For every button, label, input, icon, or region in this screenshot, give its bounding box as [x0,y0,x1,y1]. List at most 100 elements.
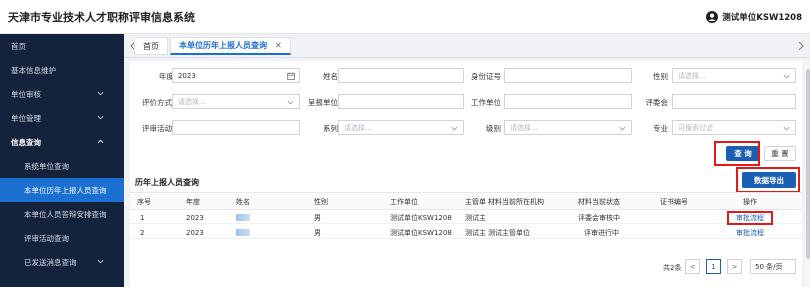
tab-scroll-right-icon[interactable] [796,40,806,52]
sidebar-item-label: 已发送消息查询 [24,257,77,267]
scrollbar-thumb[interactable] [806,69,810,259]
tab-annual-report-query[interactable]: 本单位历年上报人员查询 ✕ [170,37,291,55]
report-unit-input[interactable] [338,94,464,109]
row-supervisor: 测试主 [465,213,486,222]
sidebar-item-label: 本单位人员答辩安排查询 [24,209,107,219]
sidebar-item-label: 系统单位查询 [24,161,69,171]
sidebar-item-label: 评审活动查询 [24,233,69,243]
chevron-up-icon [97,139,104,144]
column-header: 年度 [186,198,200,206]
row-status: 评委会审核中 [578,213,620,222]
committee-input[interactable] [672,94,796,109]
sidebar-item-unit-management[interactable]: 单位管理 [0,106,124,130]
name-input[interactable] [338,68,464,83]
column-header: 操作 [743,198,757,206]
pager-prev-button[interactable]: < [685,259,700,274]
column-header: 证书编号 [660,198,688,206]
row-supervisor: 测试主 [465,228,486,237]
sidebar-item-system-unit-query[interactable]: 系统单位查询 [0,154,124,178]
top-bar: 天津市专业技术人才职称评审信息系统 测试单位KSW1208 [0,0,810,34]
eval-method-label: 评价方式 [142,98,172,107]
level-select[interactable]: 请选择... [504,120,632,135]
query-panel: 年度 2023 姓名 身份证号 性别 请选择... 评价方式 请选择... 呈报… [130,61,810,287]
activity-input[interactable] [172,120,300,135]
chevron-down-icon [97,115,104,120]
user-menu[interactable]: 测试单位KSW1208 [706,8,802,26]
id-number-label: 身份证号 [471,72,501,81]
sidebar-item-unit-review[interactable]: 单位审核 [0,82,124,106]
sidebar-item-label: 信息查询 [11,137,41,147]
tab-home[interactable]: 首页 [134,37,168,55]
column-header: 姓名 [236,198,250,206]
column-header: 材料当前状态 [578,198,620,206]
section-title: 历年上报人员查询 [135,178,199,187]
row-work-unit: 测试单位KSW1208 [390,213,452,222]
reset-button[interactable]: 重 置 [764,146,796,161]
action-highlight [727,211,773,225]
sidebar-item-activity-query[interactable]: 评审活动查询 [0,226,124,250]
table-row: 1 2023 男 测试单位KSW1208 测试主 评委会审核中 审批流程 [130,211,802,224]
main-content: 首页 本单位历年上报人员查询 ✕ 年度 2023 姓名 身份证号 性别 请选择.… [124,34,810,287]
row-status: 评审进行中 [584,228,619,237]
app-title: 天津市专业技术人才职称评审信息系统 [8,11,195,24]
tab-label: 本单位历年上报人员查询 [179,41,267,50]
close-icon[interactable]: ✕ [275,41,282,50]
page-size-select[interactable]: 50 条/页 [750,259,796,274]
specialty-label: 专业 [653,124,668,133]
scrollbar[interactable] [805,65,810,287]
page-size-value: 50 条/页 [755,262,783,271]
row-name-redacted [236,211,250,224]
sidebar-item-label: 单位审核 [11,89,41,99]
name-label: 姓名 [323,72,338,81]
chevron-down-icon [451,126,458,131]
user-avatar-icon [706,11,719,23]
pager-total: 共2条 [663,264,682,272]
chevron-down-icon [97,91,104,96]
year-picker[interactable]: 2023 [172,68,300,83]
row-index: 2 [140,228,145,237]
approval-flow-link[interactable]: 审批流程 [727,226,773,239]
id-number-input[interactable] [504,68,632,83]
gender-select[interactable]: 请选择... [672,68,796,83]
sidebar-item-sent-messages[interactable]: 已发送消息查询 [0,250,124,274]
column-header: 材料当前所在机构 [488,198,544,206]
sidebar-item-defense-schedule-query[interactable]: 本单位人员答辩安排查询 [0,202,124,226]
work-unit-input[interactable] [504,94,632,109]
query-button-highlight [714,141,760,166]
column-header: 工作单位 [390,198,418,206]
tab-bar: 首页 本单位历年上报人员查询 ✕ [124,34,810,58]
specialty-select[interactable]: 可搜索过滤 [672,120,796,135]
eval-method-select[interactable]: 请选择... [172,94,300,109]
column-header: 序号 [137,198,151,206]
committee-label: 评委会 [645,98,669,107]
table-header: 序号 年度 姓名 性别 工作单位 主管单 材料当前所在机构 材料当前状态 证书编… [130,194,802,210]
row-name-redacted [236,226,250,239]
sidebar-item-label: 基本信息维护 [11,65,56,75]
table-row: 2 2023 男 测试单位KSW1208 测试主 测试主管单位 评审进行中 审批… [130,226,802,239]
year-value: 2023 [178,71,196,80]
pager-page-1[interactable]: 1 [706,259,721,274]
chevron-down-icon [619,126,626,131]
divider [130,192,802,193]
sidebar-item-label: 本单位历年上报人员查询 [24,185,107,195]
sidebar-item-annual-report-query[interactable]: 本单位历年上报人员查询 [0,178,124,202]
year-label: 年度 [159,72,174,81]
sidebar-item-basic-info[interactable]: 基本信息维护 [0,58,124,82]
chevron-down-icon [783,74,790,79]
chevron-down-icon [287,100,294,105]
column-header: 性别 [314,198,328,206]
pager-next-button[interactable]: > [727,259,742,274]
series-select[interactable]: 请选择... [338,120,464,135]
calendar-icon [287,72,295,80]
sidebar-item-label: 单位管理 [11,113,41,123]
row-index: 1 [140,213,145,222]
activity-label: 评审活动 [142,124,172,133]
column-header: 主管单 [465,198,486,206]
chevron-down-icon [783,126,790,131]
sidebar-item-home[interactable]: 首页 [0,34,124,58]
work-unit-label: 工作单位 [471,98,501,107]
row-year: 2023 [186,213,204,222]
sidebar-item-info-query[interactable]: 信息查询 [0,130,124,154]
row-year: 2023 [186,228,204,237]
row-work-unit: 测试单位KSW1208 [390,228,452,237]
